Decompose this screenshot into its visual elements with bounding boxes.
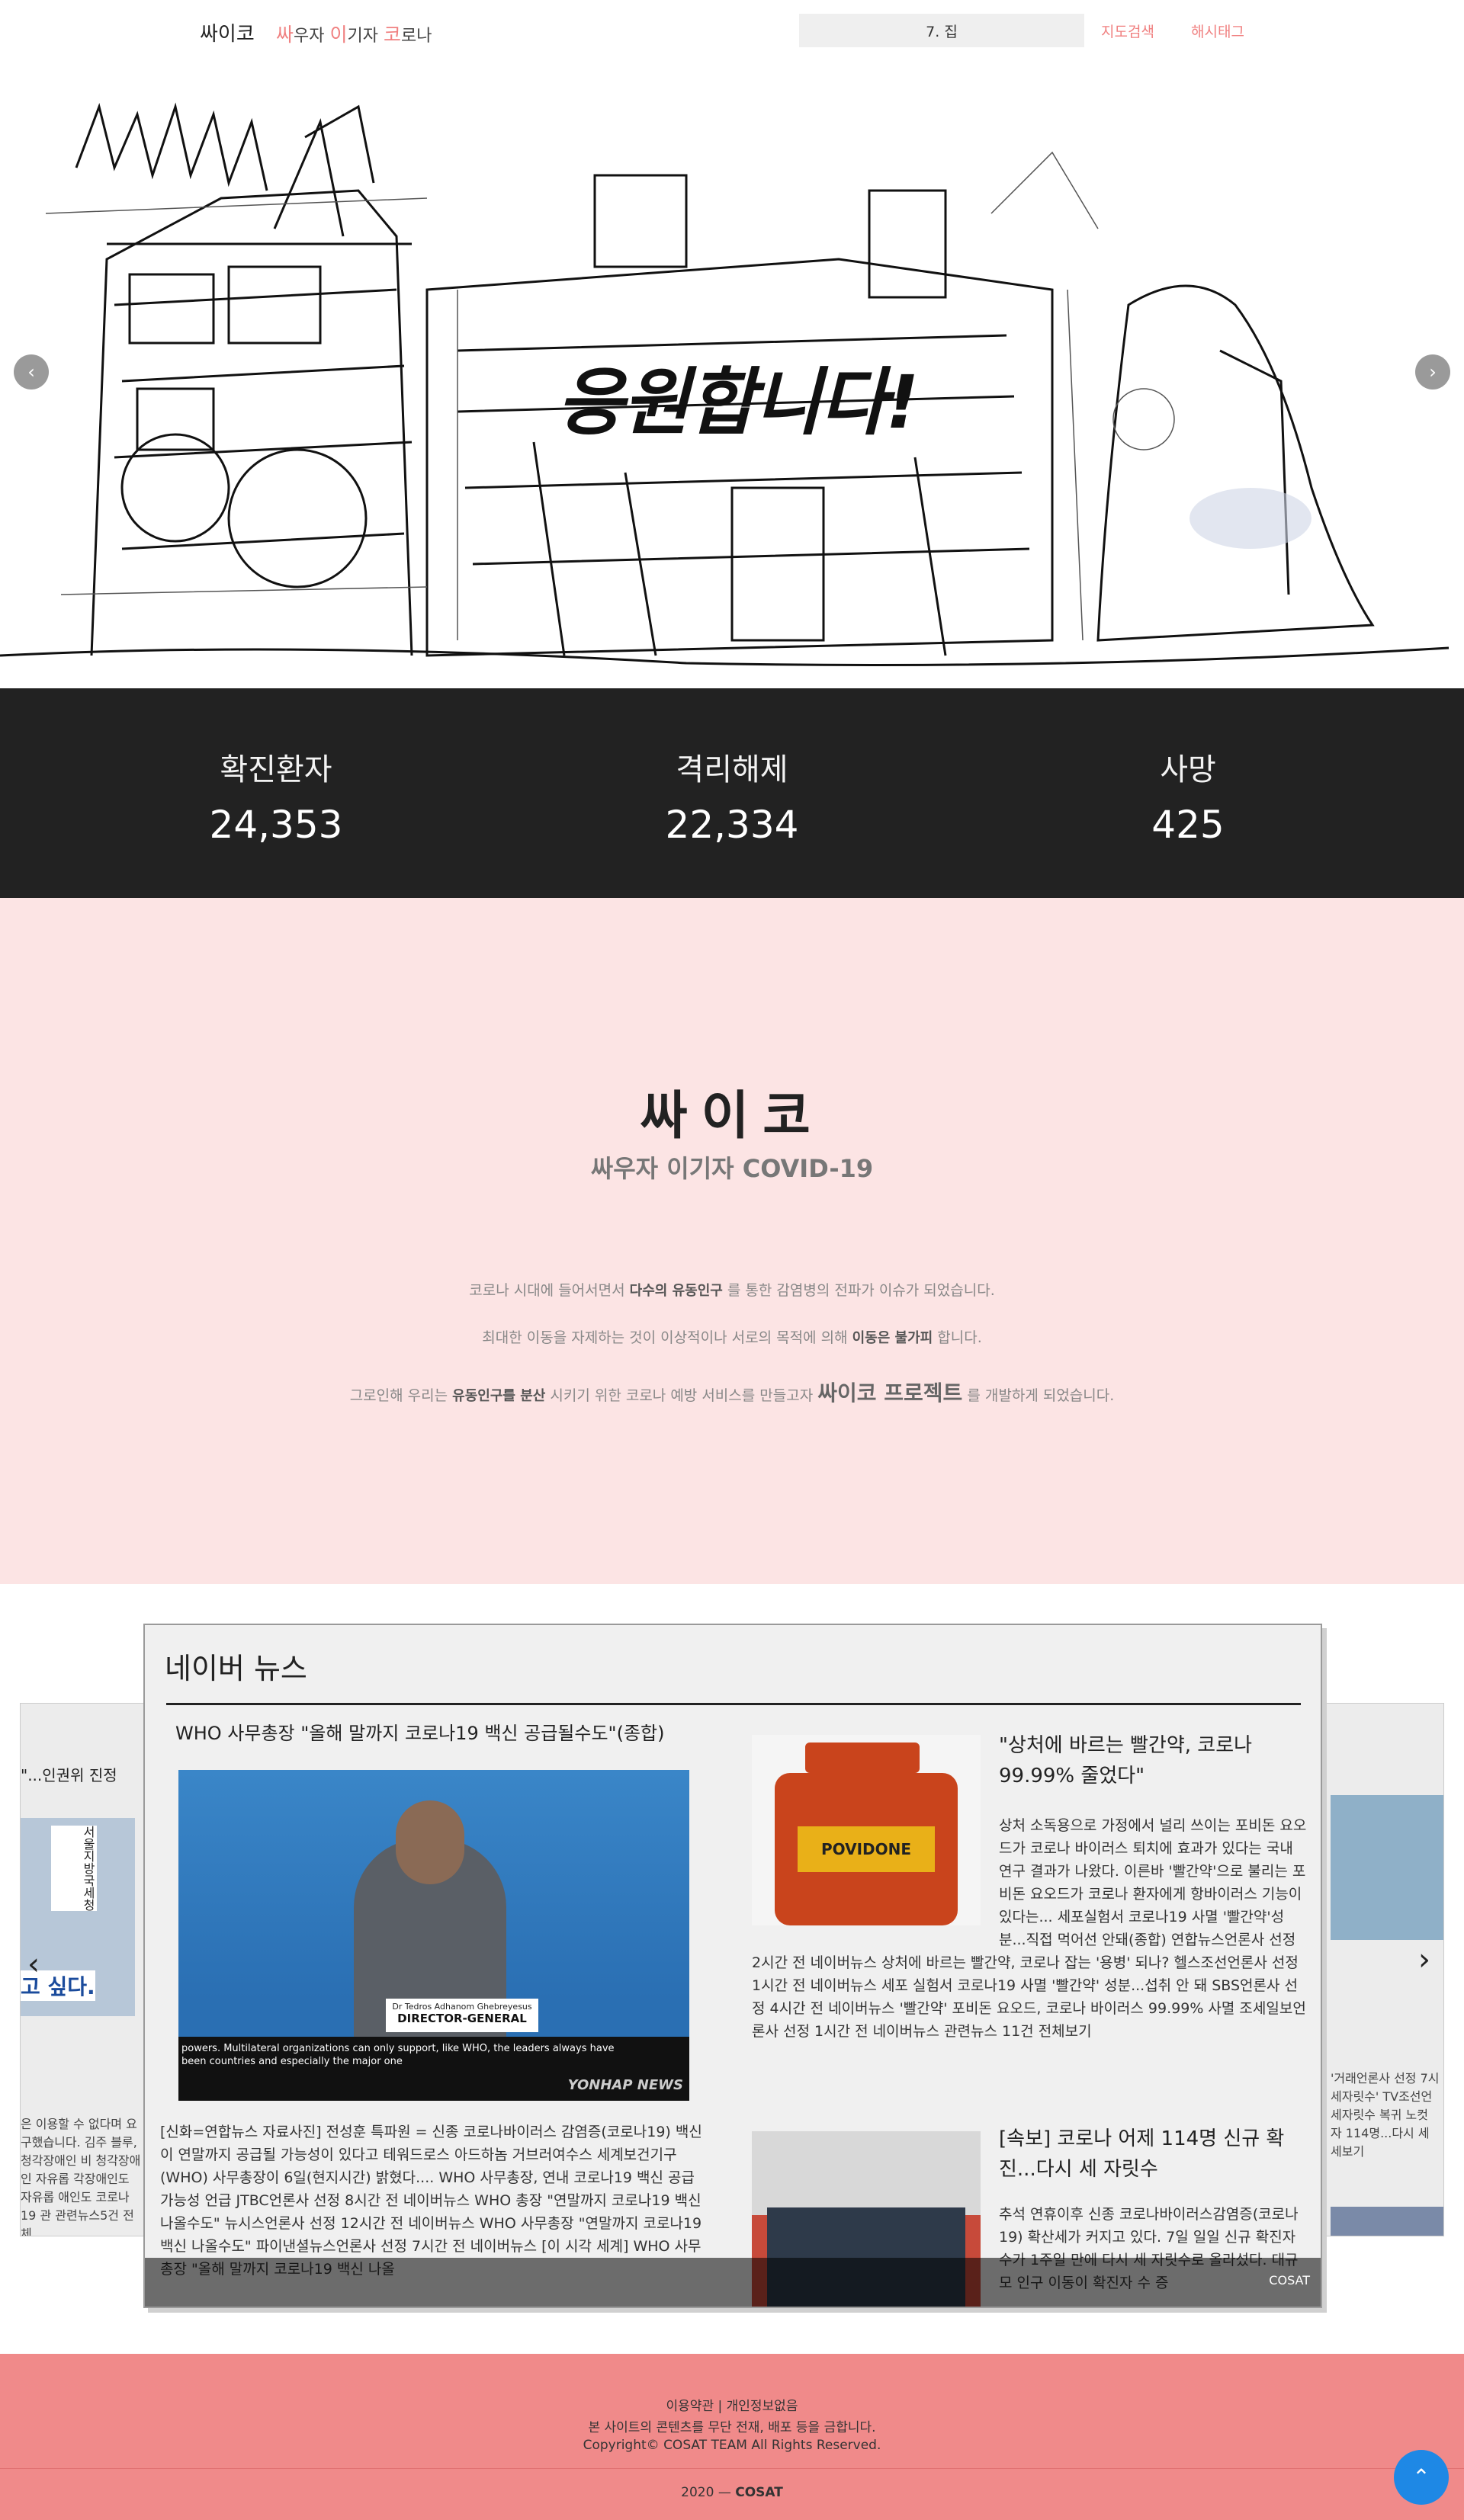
covid-stats-bar: 확진환자 24,353 격리해제 22,334 사망 425 [0,688,1464,898]
tagline-text: 우자 [294,27,330,46]
stat-label: 격리해제 [676,752,788,787]
hashtag-link[interactable]: 해시태그 [1191,21,1244,41]
news-heading: 네이버 뉴스 [165,1652,307,1685]
search-input[interactable] [799,14,1084,47]
hero-carousel: 응원합니다! ‹ › [0,61,1464,688]
about-line-2: 최대한 이동을 자제하는 것이 이상적이나 서로의 목적에 의해 이동은 불가피… [482,1329,982,1346]
stat-confirmed: 확진환자 24,353 [124,745,429,847]
arrow-up-icon: ⌃ [1412,2464,1430,2490]
stat-value: 24,353 [209,803,343,847]
article-title[interactable]: [속보] 코로나 어제 114명 신규 확진...다시 세 자릿수 [999,2124,1304,2185]
chevron-right-icon: › [1418,1942,1430,1977]
scroll-top-button[interactable]: ⌃ [1394,2450,1449,2505]
brand-logo[interactable]: 싸이코 [200,18,255,46]
news-next-button[interactable]: › [1418,1942,1430,1977]
person-head [396,1800,464,1884]
tagline-initial: 싸 [276,24,294,46]
map-search-link[interactable]: 지도검색 [1101,21,1154,41]
tagline-text: 기자 [347,27,384,46]
side-card-body: '거래언론사 선정 7시 세자릿수' TV조선언 세자릿수 복귀 노컷 자 11… [1331,2071,1440,2159]
article-body: [신화=연합뉴스 자료사진] 전성훈 특파원 = 신종 코로나바이러스 감염증(… [160,2124,702,2278]
article-image[interactable]: Dr Tedros Adhanom Ghebreyesus DIRECTOR-G… [178,1770,689,2101]
footer-links[interactable]: 이용약관 | 개인정보없음 [0,2395,1464,2414]
news-divider [166,1703,1301,1705]
stat-label: 사망 [1160,752,1216,787]
hero-headline: 응원합니다! [557,360,919,445]
footer-notice: 본 사이트의 콘텐츠를 무단 전재, 배포 등을 금합니다. [588,2420,876,2435]
footer-divider [0,2468,1464,2469]
caption-strip: powers. Multilateral organizations can o… [178,2037,689,2101]
tagline-initial: 코 [384,24,402,46]
stat-released: 격리해제 22,334 [580,745,884,847]
article-title[interactable]: "상처에 바르는 빨간약, 코로나 99.99% 줄었다" [999,1730,1304,1791]
brand-tagline: 싸우자 이기자 코로나 [276,20,432,47]
news-overlay-bar: COSAT [145,2258,1321,2307]
side-card-image [1331,2207,1443,2236]
side-card-image [1331,1795,1443,1940]
side-card-body: 은 이용할 수 없다며 요구했습니다. 김주 블루, 청각장애인 비 청각장애인… [21,2117,141,2236]
watermark: YONHAP NEWS [567,2077,683,2093]
news-carousel-section: "...인권위 진정 서울지방국세청 고 싶다. 은 이용할 수 없다며 요구했… [0,1584,1464,2354]
chevron-left-icon: ‹ [27,361,35,383]
footer-copyright: Copyright© COSAT TEAM All Rights Reserve… [583,2438,881,2453]
article-title[interactable]: WHO 사무총장 "올해 말까지 코로나19 백신 공급될수도"(종합) [175,1718,664,1745]
side-card-title: "...인권위 진정 [21,1766,117,1784]
footer-credit: 2020 — COSAT [681,2485,783,2500]
name-plate: Dr Tedros Adhanom Ghebreyesus DIRECTOR-G… [386,1999,538,2032]
about-section: 싸이코 싸우자 이기자 COVID-19 코로나 시대에 들어서면서 다수의 유… [0,898,1464,1584]
chevron-left-icon: ‹ [27,1947,40,1982]
about-line-3: 그로인해 우리는 유동인구를 분산 시키기 위한 코로나 예방 서비스를 만들고… [349,1380,1115,1406]
building [752,2131,981,2215]
stat-value: 425 [1151,803,1225,847]
tagline-text: 로나 [401,27,432,46]
about-line-1: 코로나 시대에 들어서면서 다수의 유동인구 를 통한 감염병의 전파가 이슈가… [469,1282,995,1299]
tagline-initial: 이 [329,24,348,46]
hero-next-button[interactable]: › [1415,354,1450,390]
side-card-image: 서울지방국세청 고 싶다. [21,1818,135,2016]
bottle-cap [805,1743,920,1773]
about-subtitle: 싸우자 이기자 COVID-19 [590,1154,874,1183]
news-prev-button[interactable]: ‹ [27,1947,40,1982]
news-card-active: 네이버 뉴스 WHO 사무총장 "올해 말까지 코로나19 백신 공급될수도"(… [143,1624,1322,2308]
article-body: 상처 소독용으로 가정에서 널리 쓰이는 포비돈 요오드가 코로나 바이러스 퇴… [752,1817,1307,2040]
stat-label: 확진환자 [220,752,332,787]
hero-prev-button[interactable]: ‹ [14,354,49,390]
stat-deaths: 사망 425 [1035,745,1340,847]
site-header: 싸이코 싸우자 이기자 코로나 지도검색 해시태그 [0,0,1464,61]
about-title: 싸이코 [640,1086,824,1146]
chevron-right-icon: › [1429,361,1437,383]
stat-value: 22,334 [665,803,799,847]
site-footer: 이용약관 | 개인정보없음 본 사이트의 콘텐츠를 무단 전재, 배포 등을 금… [0,2354,1464,2520]
